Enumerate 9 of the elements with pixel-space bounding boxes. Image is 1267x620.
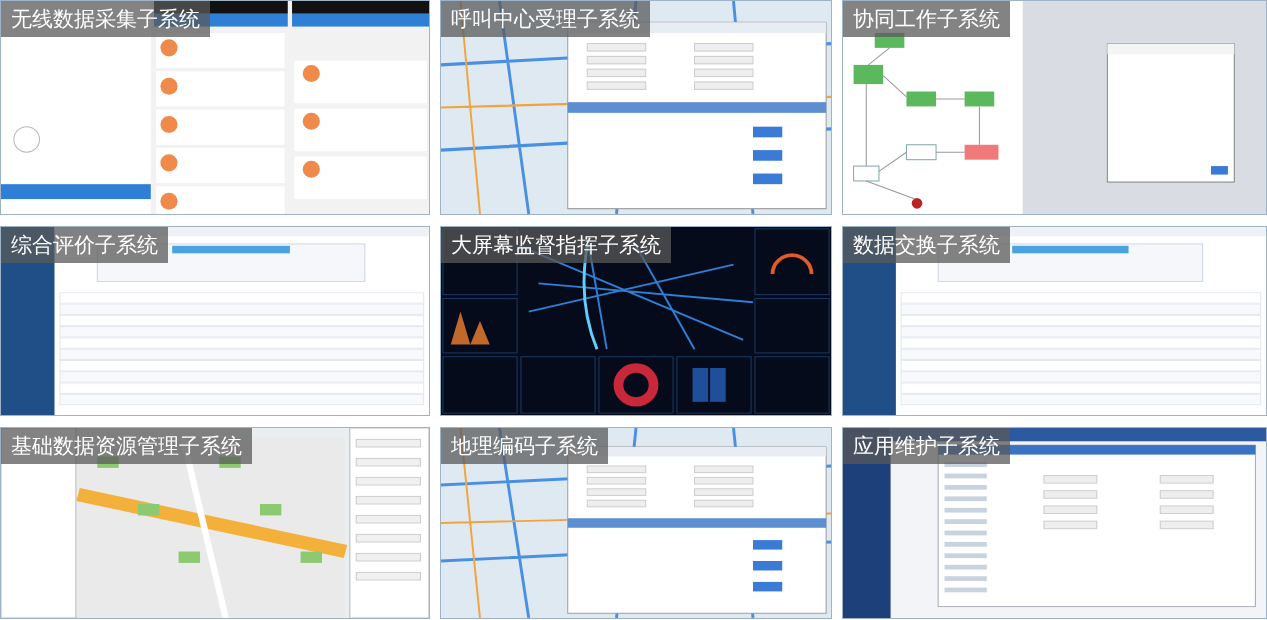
- subsystem-title: 综合评价子系统: [1, 227, 168, 263]
- subsystem-title: 大屏幕监督指挥子系统: [441, 227, 671, 263]
- subsystem-title: 协同工作子系统: [843, 1, 1010, 37]
- subsystem-title: 无线数据采集子系统: [1, 1, 210, 37]
- subsystem-title: 基础数据资源管理子系统: [1, 428, 252, 464]
- subsystem-title: 地理编码子系统: [441, 428, 608, 464]
- subsystem-title: 呼叫中心受理子系统: [441, 1, 650, 37]
- subsystem-title: 应用维护子系统: [843, 428, 1010, 464]
- subsystem-title: 数据交换子系统: [843, 227, 1010, 263]
